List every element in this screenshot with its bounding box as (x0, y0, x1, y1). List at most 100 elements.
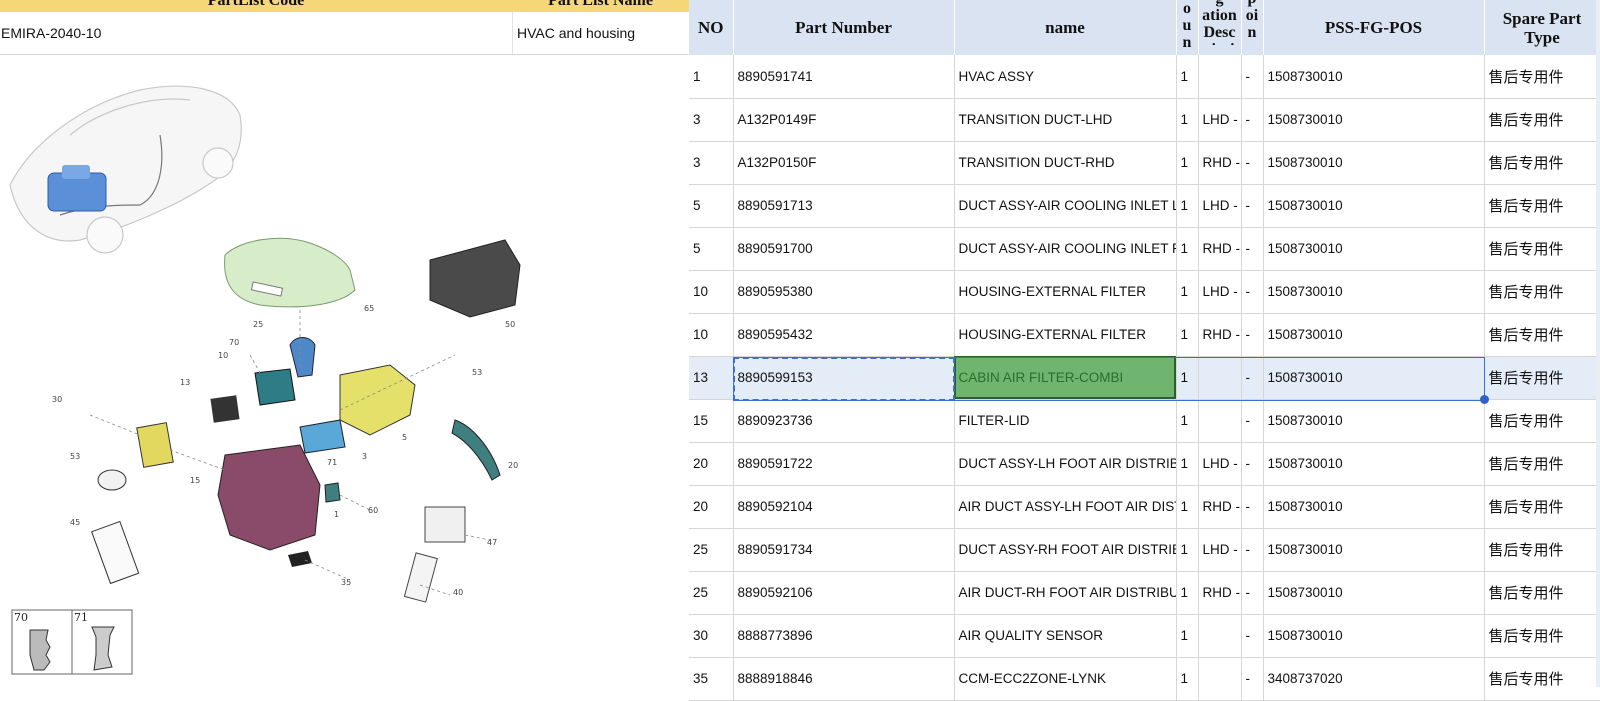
cell-description[interactable] (1198, 356, 1242, 400)
cell-spare-part-type[interactable]: 售后专用件 (1484, 442, 1600, 486)
cell-no[interactable]: 15 (689, 399, 734, 443)
cell-part-number[interactable]: A132P0149F (733, 98, 955, 142)
col-header-description[interactable]: g ation Desc ripti (1198, 0, 1242, 55)
partlist-name-header[interactable]: Part List Name (512, 0, 689, 12)
cell-name[interactable]: DUCT ASSY-AIR COOLING INLET RH (954, 227, 1177, 271)
cell-description[interactable]: LHD - l (1198, 184, 1242, 228)
cell-description[interactable] (1198, 55, 1242, 99)
table-row[interactable]: 3 A132P0150F TRANSITION DUCT-RHD 1 RHD - -150… (689, 141, 1600, 185)
cell-spare-part-type[interactable]: 售后专用件 (1484, 55, 1600, 99)
cell-part-number[interactable]: 8890592106 (733, 571, 955, 615)
table-row[interactable]: 1 8890591741 HVAC ASSY 1-1508730010 售后专用件 (689, 55, 1600, 99)
col-header-part-number[interactable]: Part Number (733, 0, 955, 55)
cell-pss-fg-pos[interactable]: 1508730010 (1263, 614, 1485, 658)
cell-point[interactable]: - (1241, 356, 1264, 400)
cell-pss-fg-pos[interactable]: 1508730010 (1263, 98, 1485, 142)
cell-pss-fg-pos[interactable]: 1508730010 (1263, 528, 1485, 572)
cell-part-number[interactable]: 8890591700 (733, 227, 955, 271)
cell-no[interactable]: 10 (689, 313, 734, 357)
cell-part-number[interactable]: 8890599153 (733, 356, 955, 400)
cell-pss-fg-pos[interactable]: 1508730010 (1263, 55, 1485, 99)
cell-no[interactable]: 13 (689, 356, 734, 400)
cell-spare-part-type[interactable]: 售后专用件 (1484, 227, 1600, 271)
cell-count[interactable]: 1 (1176, 442, 1199, 486)
cell-description[interactable] (1198, 614, 1242, 658)
cell-count[interactable]: 1 (1176, 399, 1199, 443)
cell-pss-fg-pos[interactable]: 1508730010 (1263, 571, 1485, 615)
cell-part-number[interactable]: 8888918846 (733, 657, 955, 701)
cell-spare-part-type[interactable]: 售后专用件 (1484, 356, 1600, 400)
cell-part-number[interactable]: 8888773896 (733, 614, 955, 658)
cell-name[interactable]: DUCT ASSY-AIR COOLING INLET LH (954, 184, 1177, 228)
table-row[interactable]: 10 8890595380 HOUSING-EXTERNAL FILTER 1 LHD … (689, 270, 1600, 314)
cell-description[interactable]: RHD - (1198, 571, 1242, 615)
cell-spare-part-type[interactable]: 售后专用件 (1484, 614, 1600, 658)
partlist-name-cell[interactable]: HVAC and housing (512, 12, 690, 55)
cell-point[interactable]: - (1241, 485, 1264, 529)
cell-point[interactable]: - (1241, 141, 1264, 185)
cell-name[interactable]: DUCT ASSY-RH FOOT AIR DISTRIBUT (954, 528, 1177, 572)
cell-no[interactable]: 20 (689, 485, 734, 529)
cell-description[interactable]: LHD - l (1198, 442, 1242, 486)
table-row[interactable]: 15 8890923736 FILTER-LID 1-1508730010 售后专用件 (689, 399, 1600, 443)
cell-description[interactable]: LHD - l (1198, 528, 1242, 572)
cell-no[interactable]: 25 (689, 528, 734, 572)
table-row[interactable]: 5 8890591700 DUCT ASSY-AIR COOLING INLET R… (689, 227, 1600, 271)
cell-part-number[interactable]: 8890591741 (733, 55, 955, 99)
cell-point[interactable]: - (1241, 98, 1264, 142)
cell-spare-part-type[interactable]: 售后专用件 (1484, 98, 1600, 142)
cell-description[interactable]: RHD - (1198, 313, 1242, 357)
cell-point[interactable]: - (1241, 313, 1264, 357)
table-row[interactable]: 30 8888773896 AIR QUALITY SENSOR 1-15087300… (689, 614, 1600, 658)
cell-pss-fg-pos[interactable]: 1508730010 (1263, 485, 1485, 529)
fill-handle[interactable] (1480, 395, 1489, 404)
cell-part-number[interactable]: 8890592104 (733, 485, 955, 529)
cell-spare-part-type[interactable]: 售后专用件 (1484, 313, 1600, 357)
cell-name[interactable]: AIR DUCT ASSY-LH FOOT AIR DISTR (954, 485, 1177, 529)
cell-count[interactable]: 1 (1176, 141, 1199, 185)
cell-name[interactable]: TRANSITION DUCT-RHD (954, 141, 1177, 185)
cell-pss-fg-pos[interactable]: 1508730010 (1263, 313, 1485, 357)
cell-count[interactable]: 1 (1176, 528, 1199, 572)
cell-no[interactable]: 20 (689, 442, 734, 486)
cell-part-number[interactable]: 8890595432 (733, 313, 955, 357)
cell-name[interactable]: AIR QUALITY SENSOR (954, 614, 1177, 658)
cell-name[interactable]: TRANSITION DUCT-LHD (954, 98, 1177, 142)
table-row[interactable]: 13 8890599153 CABIN AIR FILTER-COMBI 1-1508… (689, 356, 1600, 400)
table-row[interactable]: 20 8890591722 DUCT ASSY-LH FOOT AIR DISTRI… (689, 442, 1600, 486)
col-header-point[interactable]: p oi n t (1241, 0, 1264, 55)
cell-count[interactable]: 1 (1176, 227, 1199, 271)
cell-name[interactable]: HOUSING-EXTERNAL FILTER (954, 313, 1177, 357)
cell-no[interactable]: 5 (689, 184, 734, 228)
cell-spare-part-type[interactable]: 售后专用件 (1484, 485, 1600, 529)
cell-part-number[interactable]: A132P0150F (733, 141, 955, 185)
cell-point[interactable]: - (1241, 399, 1264, 443)
cell-part-number[interactable]: 8890591713 (733, 184, 955, 228)
cell-point[interactable]: - (1241, 184, 1264, 228)
partlist-code-cell[interactable]: EMIRA-2040-10 (0, 12, 513, 55)
cell-name[interactable]: FILTER-LID (954, 399, 1177, 443)
cell-name[interactable]: HVAC ASSY (954, 55, 1177, 99)
col-header-no[interactable]: NO (689, 0, 734, 55)
cell-pss-fg-pos[interactable]: 1508730010 (1263, 141, 1485, 185)
cell-pss-fg-pos[interactable]: 3408737020 (1263, 657, 1485, 701)
table-row[interactable]: 25 8890592106 AIR DUCT-RH FOOT AIR DISTRIB… (689, 571, 1600, 615)
cell-point[interactable]: - (1241, 442, 1264, 486)
cell-description[interactable]: LHD - l (1198, 98, 1242, 142)
table-row[interactable]: 10 8890595432 HOUSING-EXTERNAL FILTER 1 RHD … (689, 313, 1600, 357)
cell-name[interactable]: DUCT ASSY-LH FOOT AIR DISTRIBUT (954, 442, 1177, 486)
cell-no[interactable]: 1 (689, 55, 734, 99)
cell-spare-part-type[interactable]: 售后专用件 (1484, 528, 1600, 572)
cell-no[interactable]: 3 (689, 141, 734, 185)
cell-part-number[interactable]: 8890595380 (733, 270, 955, 314)
cell-count[interactable]: 1 (1176, 571, 1199, 615)
cell-part-number[interactable]: 8890591722 (733, 442, 955, 486)
cell-count[interactable]: 1 (1176, 485, 1199, 529)
col-header-name[interactable]: name (954, 0, 1177, 55)
cell-spare-part-type[interactable]: 售后专用件 (1484, 571, 1600, 615)
cell-count[interactable]: 1 (1176, 313, 1199, 357)
cell-count[interactable]: 1 (1176, 98, 1199, 142)
cell-no[interactable]: 3 (689, 98, 734, 142)
cell-no[interactable]: 35 (689, 657, 734, 701)
cell-description[interactable] (1198, 657, 1242, 701)
